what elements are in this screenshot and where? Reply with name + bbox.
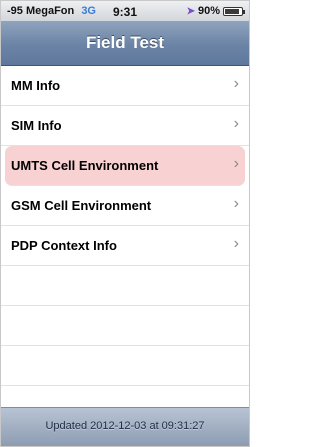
updated-timestamp: Updated 2012-12-03 at 09:31:27 [45, 420, 205, 432]
list-item-label: UMTS Cell Environment [11, 158, 159, 173]
list-item-label: MM Info [11, 78, 61, 93]
bottom-toolbar: Updated 2012-12-03 at 09:31:27 [1, 407, 249, 446]
chevron-right-icon: › [233, 235, 239, 252]
screen: -95 MegaFon 3G 9:31 ➤ 90% Field Test MM … [0, 0, 250, 447]
list-item-label: GSM Cell Environment [11, 198, 152, 213]
battery-fill [225, 8, 240, 14]
battery-icon [223, 6, 245, 16]
page-title: Field Test [85, 33, 165, 52]
list-item-umts-cell-environment[interactable]: UMTS Cell Environment › [5, 146, 245, 186]
location-arrow-icon: ➤ [186, 5, 195, 17]
chevron-right-icon: › [233, 155, 239, 172]
empty-row [1, 266, 249, 306]
list-item-sim-info[interactable]: SIM Info › [1, 106, 249, 146]
status-right: ➤ 90% [186, 5, 245, 17]
list-item-label: PDP Context Info [11, 238, 117, 253]
battery-percent: 90% [197, 5, 220, 17]
status-bar: -95 MegaFon 3G 9:31 ➤ 90% [1, 1, 249, 21]
chevron-right-icon: › [233, 75, 239, 92]
chevron-right-icon: › [233, 115, 239, 132]
list-item-gsm-cell-environment[interactable]: GSM Cell Environment › [1, 186, 249, 226]
navigation-bar: Field Test [1, 21, 249, 66]
list-item-pdp-context-info[interactable]: PDP Context Info › [1, 226, 249, 266]
empty-row [1, 306, 249, 346]
field-test-list: MM Info › SIM Info › UMTS Cell Environme… [1, 66, 249, 426]
chevron-right-icon: › [233, 195, 239, 212]
list-item-mm-info[interactable]: MM Info › [1, 66, 249, 106]
empty-row [1, 346, 249, 386]
list-item-label: SIM Info [11, 118, 62, 133]
